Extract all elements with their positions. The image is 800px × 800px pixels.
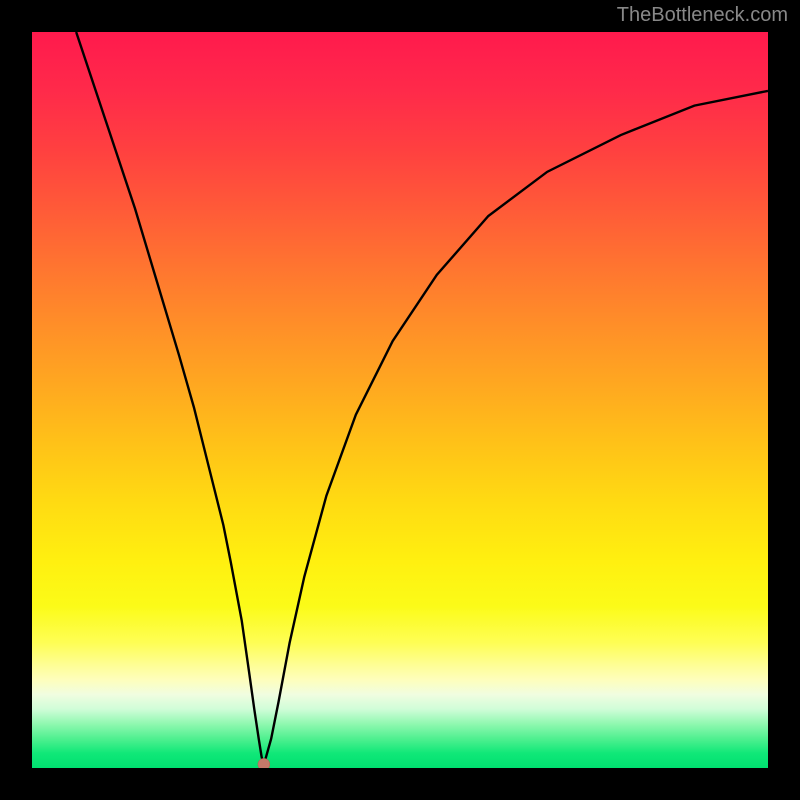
marker-dot [258,758,270,768]
chart-svg [32,32,768,768]
chart-plot-area [32,32,768,768]
bottleneck-curve [76,32,768,764]
watermark-text: TheBottleneck.com [617,4,788,27]
